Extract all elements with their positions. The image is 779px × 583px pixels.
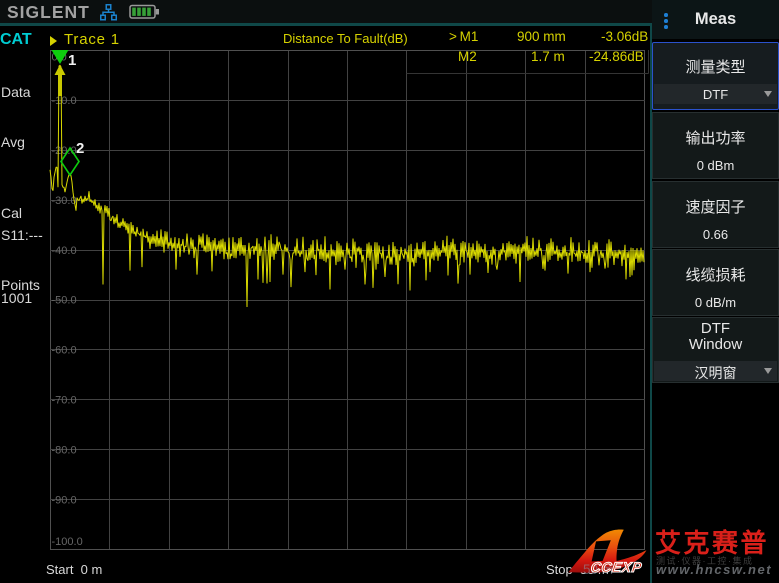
svg-text:-90.0: -90.0 [52, 494, 77, 506]
svg-text:-100.0: -100.0 [52, 536, 83, 548]
svg-text:-80.0: -80.0 [52, 444, 77, 456]
svg-text:-10.0: -10.0 [52, 95, 77, 107]
svg-text:-50.0: -50.0 [52, 295, 77, 307]
svg-text:-60.0: -60.0 [52, 345, 77, 357]
svg-text:-70.0: -70.0 [52, 395, 77, 407]
svg-text:-30.0: -30.0 [52, 195, 77, 207]
svg-text:-40.0: -40.0 [52, 245, 77, 257]
